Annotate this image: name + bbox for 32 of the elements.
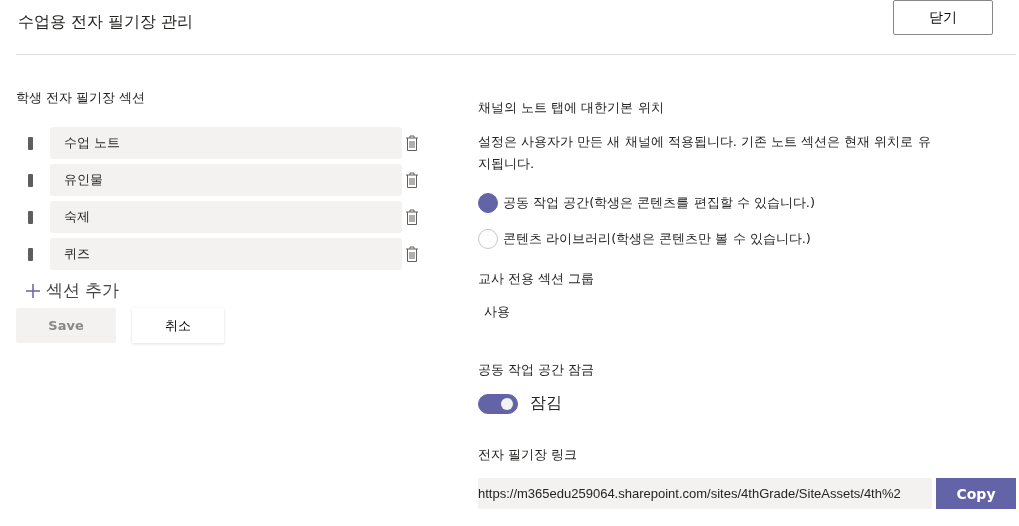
section-heading: 채널의 노트 탭에 대한기본 위치: [478, 99, 665, 117]
radio-button[interactable]: [478, 193, 498, 213]
plus-icon: [26, 283, 40, 298]
cancel-button[interactable]: 취소: [132, 308, 224, 343]
link-field[interactable]: https://m365edu259064.sharepoint.com/sites/4thGrade/SiteAssets/4th%2: [478, 478, 932, 509]
trash-icon[interactable]: [405, 134, 419, 152]
add-section-button[interactable]: 섹션 추가: [16, 275, 120, 302]
setting-value: 사용: [484, 303, 511, 321]
drag-handle[interactable]: [28, 210, 33, 224]
radio-button[interactable]: [478, 229, 498, 249]
drag-handle[interactable]: [28, 136, 33, 150]
drag-handle[interactable]: [28, 173, 33, 187]
lock-toggle[interactable]: [478, 393, 518, 414]
section-heading: 학생 전자 필기장 섹션: [16, 89, 147, 107]
section-name-field[interactable]: 유인물: [50, 164, 402, 196]
close-button[interactable]: 닫기: [893, 0, 993, 35]
section-name-field[interactable]: 수업 노트: [50, 127, 402, 159]
toggle-label: 잠김: [530, 393, 562, 414]
section-heading: 공동 작업 공간 잠금: [478, 361, 596, 379]
trash-icon[interactable]: [405, 171, 419, 189]
radio-label: 공동 작업 공간(학생은 콘텐츠를 편집할 수 있습니다.): [503, 194, 816, 212]
trash-icon[interactable]: [405, 208, 419, 226]
section-heading: 교사 전용 섹션 그룹: [478, 270, 596, 288]
description-text: 설정은 사용자가 만든 새 채널에 적용됩니다. 기존 노트 섹션은 현재 위치로 유지됩니다.: [478, 133, 932, 173]
section-heading: 전자 필기장 링크: [478, 446, 579, 464]
trash-icon[interactable]: [405, 245, 419, 263]
section-name-field[interactable]: 퀴즈: [50, 238, 402, 270]
drag-handle[interactable]: [28, 247, 33, 261]
radio-label: 콘텐츠 라이브러리(학생은 콘텐츠만 볼 수 있습니다.): [503, 230, 811, 248]
dialog-title: 수업용 전자 필기장 관리: [18, 12, 194, 33]
section-name-field[interactable]: 숙제: [50, 201, 402, 233]
copy-button[interactable]: Copy: [936, 478, 1016, 509]
